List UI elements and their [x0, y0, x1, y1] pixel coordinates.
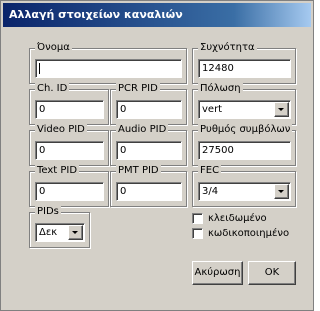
- fec-label: FEC: [198, 165, 222, 177]
- name-input[interactable]: [35, 59, 182, 78]
- text-pid-input[interactable]: 0: [35, 182, 104, 201]
- frequency-label: Συχνότητα: [198, 42, 257, 54]
- ch-id-input[interactable]: 0: [35, 100, 104, 119]
- dropdown-button[interactable]: [274, 184, 289, 199]
- polarization-select[interactable]: vert: [198, 100, 291, 119]
- chevron-down-icon: [72, 231, 78, 234]
- text-pid-group: Text PID 0: [29, 165, 109, 207]
- chevron-down-icon: [278, 190, 284, 193]
- encrypted-checkbox-row[interactable]: κωδικοποιημένο: [192, 228, 289, 241]
- pcr-pid-label: PCR PID: [116, 83, 160, 95]
- ch-id-group: Ch. ID 0: [29, 83, 109, 125]
- pids-group: PIDs Δεκ: [29, 206, 90, 248]
- symbol-rate-input[interactable]: 27500: [198, 141, 291, 160]
- pids-select[interactable]: Δεκ: [35, 223, 85, 242]
- pmt-pid-group: PMT PID 0: [110, 165, 187, 207]
- text-pid-label: Text PID: [35, 165, 80, 177]
- cancel-button[interactable]: Ακύρωση: [192, 261, 243, 285]
- pids-label: PIDs: [35, 206, 61, 218]
- frequency-input[interactable]: 12480: [198, 59, 291, 78]
- polarization-label: Πόλωση: [198, 83, 243, 95]
- dropdown-button[interactable]: [274, 102, 289, 117]
- symbol-rate-group: Ρυθμός συμβόλων 27500: [192, 124, 296, 166]
- video-pid-input[interactable]: 0: [35, 141, 104, 160]
- audio-pid-group: Audio PID 0: [110, 124, 187, 166]
- edit-channel-dialog: Αλλαγή στοιχείων καναλιών Όνομα Συχνότητ…: [0, 0, 314, 311]
- ch-id-label: Ch. ID: [35, 83, 70, 95]
- frequency-group: Συχνότητα 12480: [192, 42, 296, 84]
- ok-button[interactable]: OK: [248, 261, 296, 285]
- audio-pid-input[interactable]: 0: [116, 141, 182, 160]
- pmt-pid-input[interactable]: 0: [116, 182, 182, 201]
- pcr-pid-input[interactable]: 0: [116, 100, 182, 119]
- dropdown-button[interactable]: [68, 225, 83, 240]
- encrypted-checkbox[interactable]: [192, 228, 203, 239]
- symbol-rate-label: Ρυθμός συμβόλων: [198, 124, 293, 136]
- fec-group: FEC 3/4: [192, 165, 296, 207]
- locked-checkbox-row[interactable]: κλειδωμένο: [192, 213, 267, 226]
- pcr-pid-group: PCR PID 0: [110, 83, 187, 125]
- text-caret: [39, 62, 40, 74]
- pmt-pid-label: PMT PID: [116, 165, 161, 177]
- fec-select[interactable]: 3/4: [198, 182, 291, 201]
- name-label: Όνομα: [35, 42, 72, 54]
- video-pid-label: Video PID: [35, 124, 87, 136]
- encrypted-label: κωδικοποιημένο: [208, 228, 290, 239]
- locked-label: κλειδωμένο: [208, 213, 267, 224]
- polarization-group: Πόλωση vert: [192, 83, 296, 125]
- name-group: Όνομα: [29, 42, 187, 84]
- chevron-down-icon: [278, 108, 284, 111]
- locked-checkbox[interactable]: [192, 213, 203, 224]
- dialog-title: Αλλαγή στοιχείων καναλιών: [3, 3, 311, 27]
- audio-pid-label: Audio PID: [116, 124, 169, 136]
- video-pid-group: Video PID 0: [29, 124, 109, 166]
